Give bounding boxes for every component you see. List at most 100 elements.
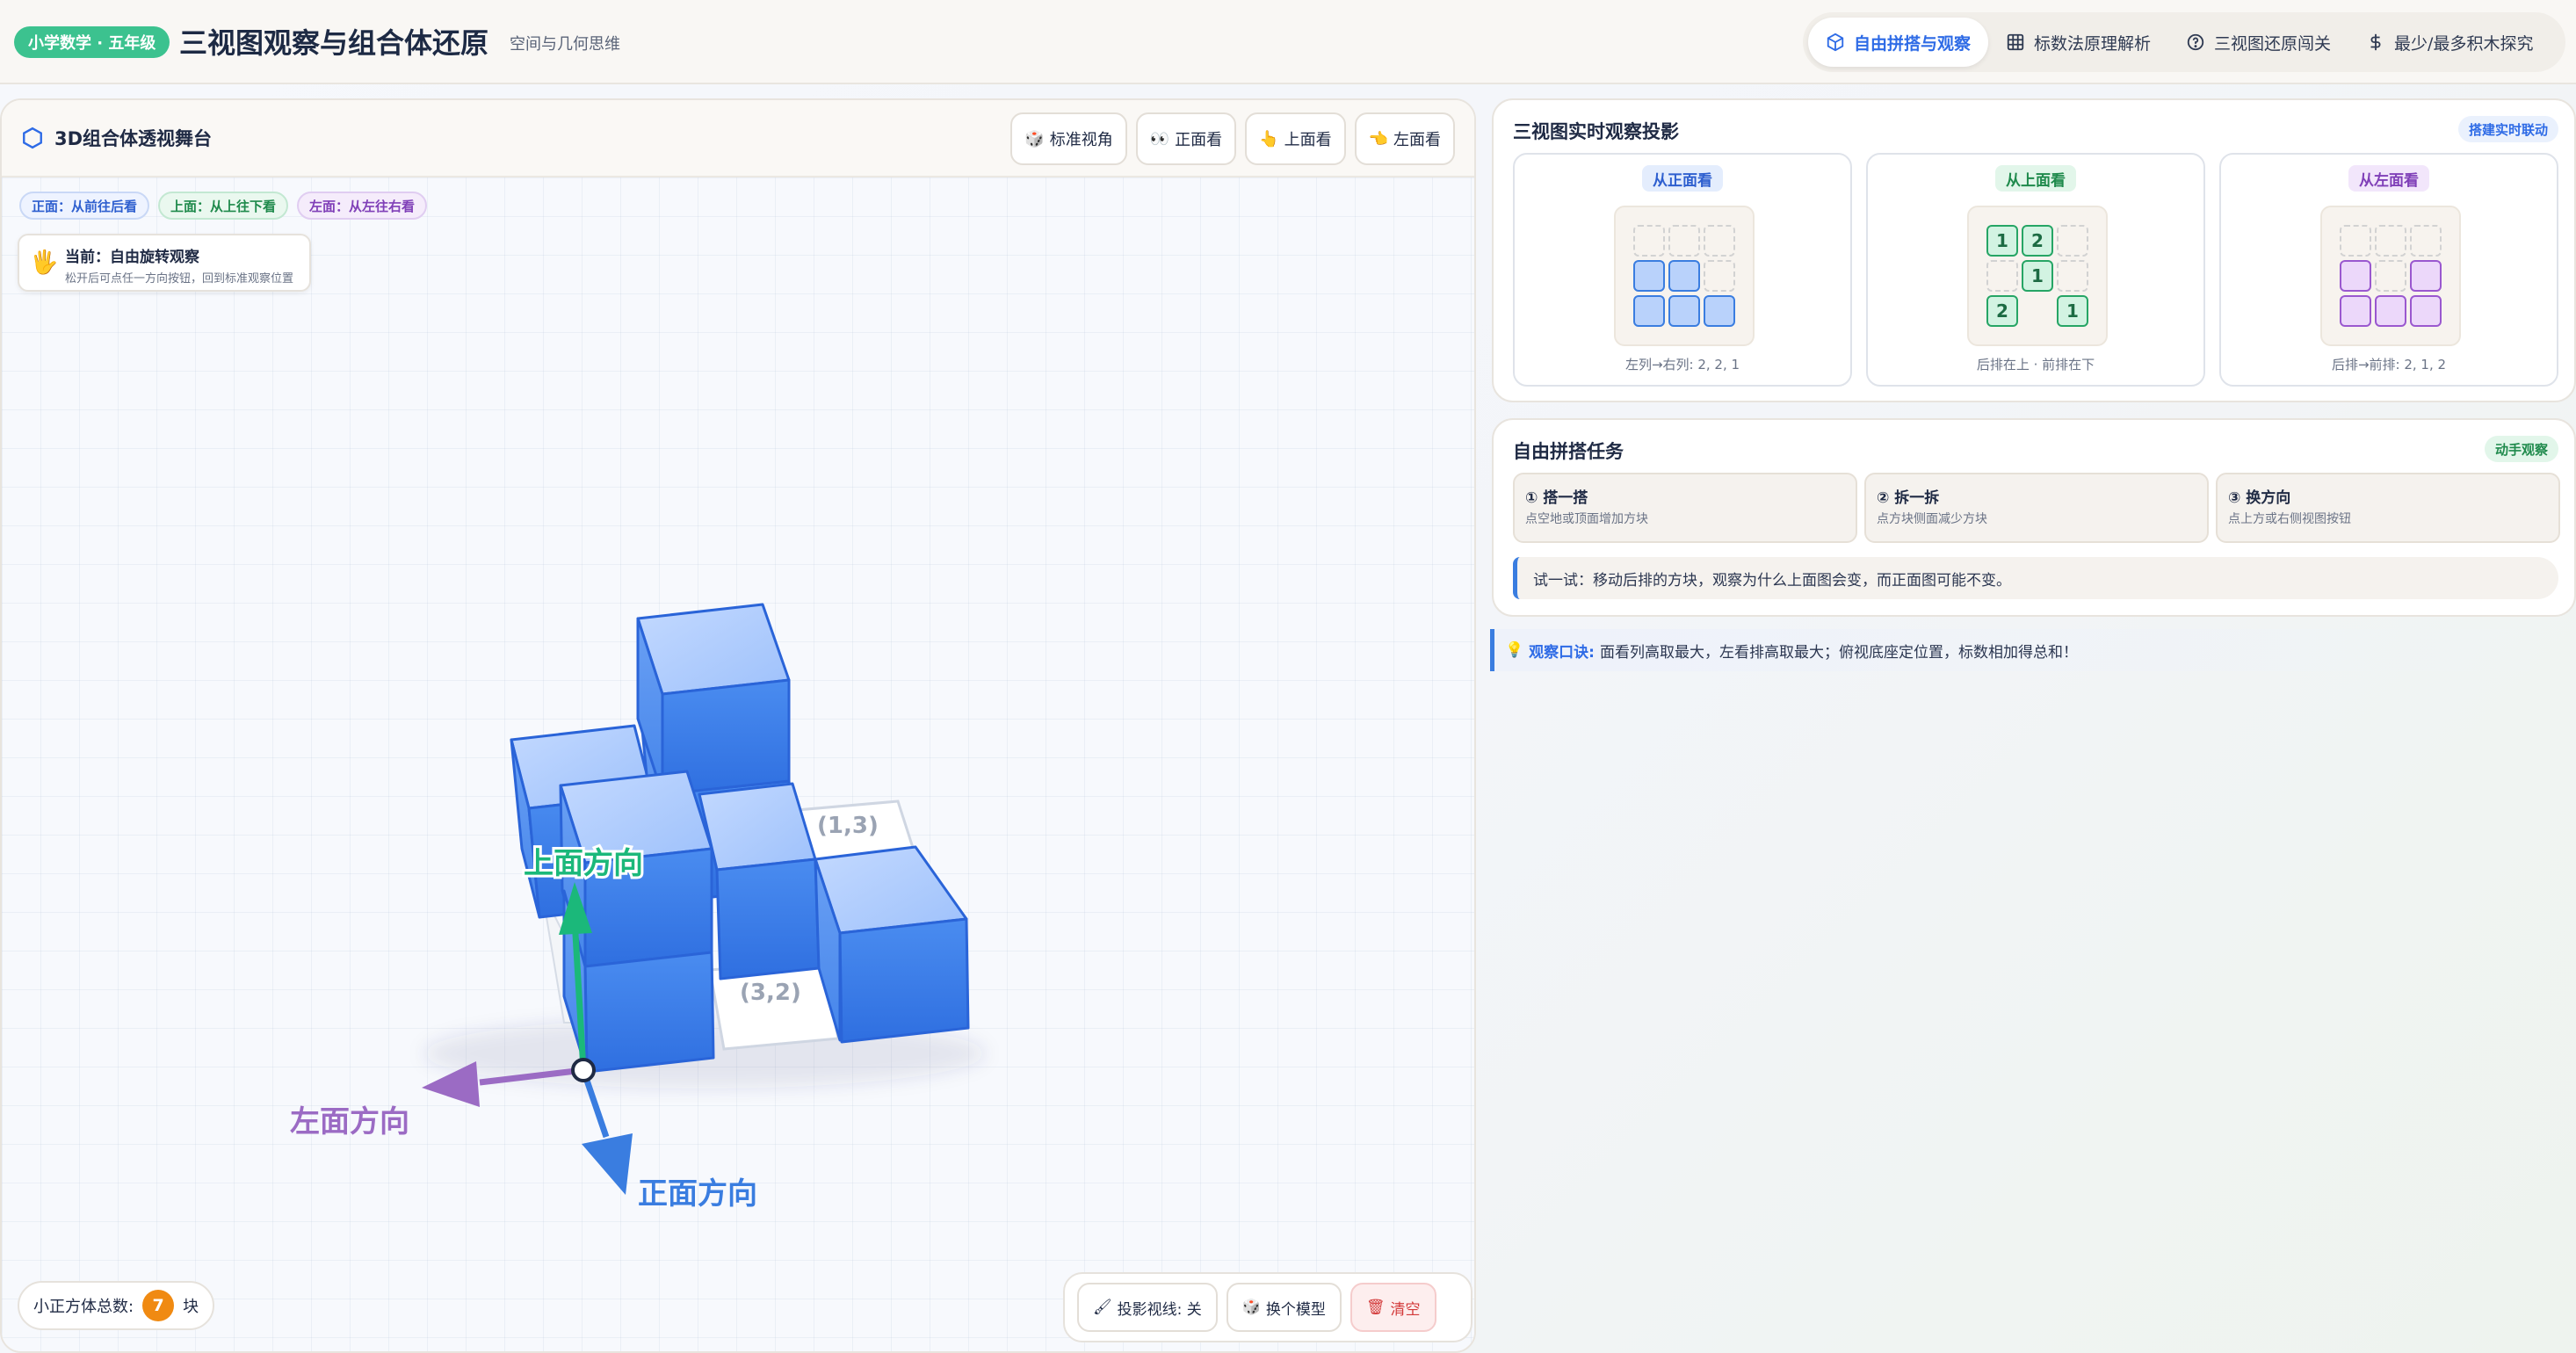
top-view-card: 从上面看 12121 后排在上 · 前排在下 — [1866, 153, 2205, 387]
top-view-label: 从上面看 — [1995, 165, 2076, 192]
stage-title: 3D组合体透视舞台 — [21, 125, 212, 151]
cube-count: 小正方体总数: 7 块 — [18, 1281, 215, 1330]
grid-cell-filled — [2340, 260, 2371, 292]
tab-min-max[interactable]: 最少/最多积木探究 — [2348, 18, 2551, 67]
hands-on-tag: 动手观察 — [2484, 436, 2558, 462]
observation-tip: 💡 观察口诀: 面看列高取最大，左看排高取最大；俯视底座定位置，标数相加得总和！ — [1490, 629, 2576, 671]
grid-cell-filled — [2375, 295, 2406, 327]
left-view-grid — [2320, 206, 2461, 346]
floor-label-1-3: (1,3) — [817, 813, 879, 839]
grid-cell-filled — [2410, 295, 2442, 327]
hexagon-icon — [23, 127, 42, 149]
tab-restore-challenge[interactable]: 三视图还原闯关 — [2168, 18, 2348, 67]
projection-title: 三视图实时观察投影 — [1513, 121, 1679, 142]
grid-cell-filled — [1704, 295, 1735, 327]
tab-label: 自由拼搭与观察 — [1854, 33, 1972, 54]
front-axis-label: 正面方向 — [638, 1176, 757, 1212]
grid-cell-empty — [2340, 225, 2371, 257]
front-view-card: 从正面看 左列→右列: 2, 2, 1 — [1513, 153, 1852, 387]
cube[interactable] — [814, 845, 970, 1044]
app-header: 小学数学 · 五年级 三视图观察与组合体还原 空间与几何思维 自由拼搭与观察 标… — [0, 0, 2576, 84]
task-item-desc: 点空地或顶面增加方块 — [1525, 512, 1648, 526]
dice-icon: 🎲 — [1024, 129, 1045, 148]
grid-cell-filled: 2 — [2022, 225, 2053, 257]
grid-cell-filled — [1668, 295, 1700, 327]
bottom-toolbar: 🖌 投影视线: 关 🎲 换个模型 🗑 清空 — [1063, 1272, 1473, 1342]
cube-icon — [1827, 33, 1844, 52]
tab-free-build[interactable]: 自由拼搭与观察 — [1808, 18, 1989, 67]
app-subtitle: 空间与几何思维 — [510, 35, 620, 54]
cube[interactable] — [636, 603, 791, 796]
grid-cell-filled: 1 — [1986, 225, 2018, 257]
tip-text: 面看列高取最大，左看排高取最大；俯视底座定位置，标数相加得总和！ — [1599, 643, 2078, 662]
task-panel: 自由拼搭任务 动手观察 ① 搭一搭 点空地或顶面增加方块 ② 拆一拆 点方块侧面… — [1492, 418, 2576, 617]
change-model-button[interactable]: 🎲 换个模型 — [1226, 1283, 1342, 1332]
mode-tabs: 自由拼搭与观察 标数法原理解析 三视图还原闯关 最少/最多积木探究 — [1803, 12, 2565, 72]
tab-label: 三视图还原闯关 — [2214, 33, 2332, 54]
front-view-grid — [1614, 206, 1755, 346]
left-view-card: 从左面看 后排→前排: 2, 1, 2 — [2219, 153, 2558, 387]
grade-badge: 小学数学 · 五年级 — [14, 26, 170, 58]
grid-cell-filled — [1668, 260, 1700, 292]
top-view-button[interactable]: 👆 上面看 — [1245, 112, 1346, 165]
task-remove: ② 拆一拆 点方块侧面减少方块 — [1864, 473, 2209, 543]
front-view-button[interactable]: 👀 正面看 — [1135, 112, 1237, 165]
grid-cell-filled — [2340, 295, 2371, 327]
grid-cell-filled: 2 — [1986, 295, 2018, 327]
standard-view-button[interactable]: 🎲 标准视角 — [1010, 112, 1127, 165]
grid-cell-empty — [2057, 260, 2088, 292]
eyes-icon: 👀 — [1149, 129, 1170, 148]
grid-cell-filled: 1 — [2022, 260, 2053, 292]
trash-icon: 🗑 — [1365, 1299, 1386, 1316]
tip-key: 观察口诀: — [1529, 643, 1595, 662]
grid-cell-empty — [1704, 225, 1735, 257]
top-view-caption: 后排在上 · 前排在下 — [1976, 357, 2095, 373]
lightbulb-icon: 💡 — [1505, 641, 1524, 659]
projection-panel: 三视图实时观察投影 搭建实时联动 从正面看 左列→右列: 2, 2, 1 从上面… — [1492, 98, 2576, 402]
cube-count-label: 小正方体总数: — [33, 1298, 134, 1316]
point-left-icon: 👈 — [1368, 129, 1388, 148]
task-direction: ③ 换方向 点上方或右侧视图按钮 — [2216, 473, 2560, 543]
grid-cell-filled — [2410, 260, 2442, 292]
point-up-icon: 👆 — [1259, 129, 1279, 148]
dice-icon: 🎲 — [1241, 1299, 1261, 1316]
cube[interactable] — [698, 782, 821, 980]
cube-scene[interactable]: (1,3) (3,2) 上面方向 左面方向 正面方向 — [2, 177, 1476, 1353]
task-item-title: ② 拆一拆 — [1877, 489, 1940, 507]
top-view-grid: 12121 — [1967, 206, 2108, 346]
grid-cell-empty — [1986, 260, 2018, 292]
projection-lines-toggle[interactable]: 🖌 投影视线: 关 — [1077, 1283, 1218, 1332]
grid-cell-filled: 1 — [2057, 295, 2088, 327]
floor-label-3-2: (3,2) — [740, 980, 801, 1006]
front-view-label: 从正面看 — [1642, 165, 1723, 192]
grid-cell-empty — [2057, 225, 2088, 257]
left-view-button[interactable]: 👈 左面看 — [1354, 112, 1455, 165]
cube-count-unit: 块 — [183, 1298, 199, 1316]
front-view-caption: 左列→右列: 2, 2, 1 — [1624, 357, 1740, 373]
clear-button[interactable]: 🗑 清空 — [1350, 1283, 1436, 1332]
stage-panel: 3D组合体透视舞台 🎲 标准视角 👀 正面看 👆 上面看 👈 左面看 正面：从前… — [0, 98, 1476, 1353]
view-buttons: 🎲 标准视角 👀 正面看 👆 上面看 👈 左面看 — [1010, 112, 1455, 165]
task-title: 自由拼搭任务 — [1513, 441, 1624, 462]
stage-header: 3D组合体透视舞台 🎲 标准视角 👀 正面看 👆 上面看 👈 左面看 — [2, 100, 1474, 177]
grid-cell-empty — [2375, 225, 2406, 257]
task-item-desc: 点上方或右侧视图按钮 — [2228, 512, 2351, 526]
task-build: ① 搭一搭 点空地或顶面增加方块 — [1513, 473, 1857, 543]
grid-cell-filled — [1633, 260, 1665, 292]
brush-icon: 🖌 — [1093, 1299, 1112, 1316]
app-title: 三视图观察与组合体还原 — [179, 26, 489, 60]
try-hint: 试一试：移动后排的方块，观察为什么上面图会变，而正面图可能不变。 — [1513, 557, 2558, 599]
task-item-title: ③ 换方向 — [2228, 489, 2291, 507]
left-axis-label: 左面方向 — [290, 1104, 409, 1140]
grid-cell-empty — [1633, 225, 1665, 257]
realtime-tag: 搭建实时联动 — [2457, 116, 2558, 142]
task-item-title: ① 搭一搭 — [1525, 489, 1588, 507]
left-view-caption: 后排→前排: 2, 1, 2 — [2331, 357, 2447, 373]
tab-number-method[interactable]: 标数法原理解析 — [1988, 18, 2168, 67]
tab-label: 标数法原理解析 — [2034, 33, 2152, 54]
cube-count-value: 7 — [142, 1290, 175, 1321]
grid-icon — [2007, 33, 2024, 51]
grid-cell-filled — [1633, 295, 1665, 327]
dollar-icon — [2370, 33, 2381, 51]
grid-cell-empty — [1668, 225, 1700, 257]
